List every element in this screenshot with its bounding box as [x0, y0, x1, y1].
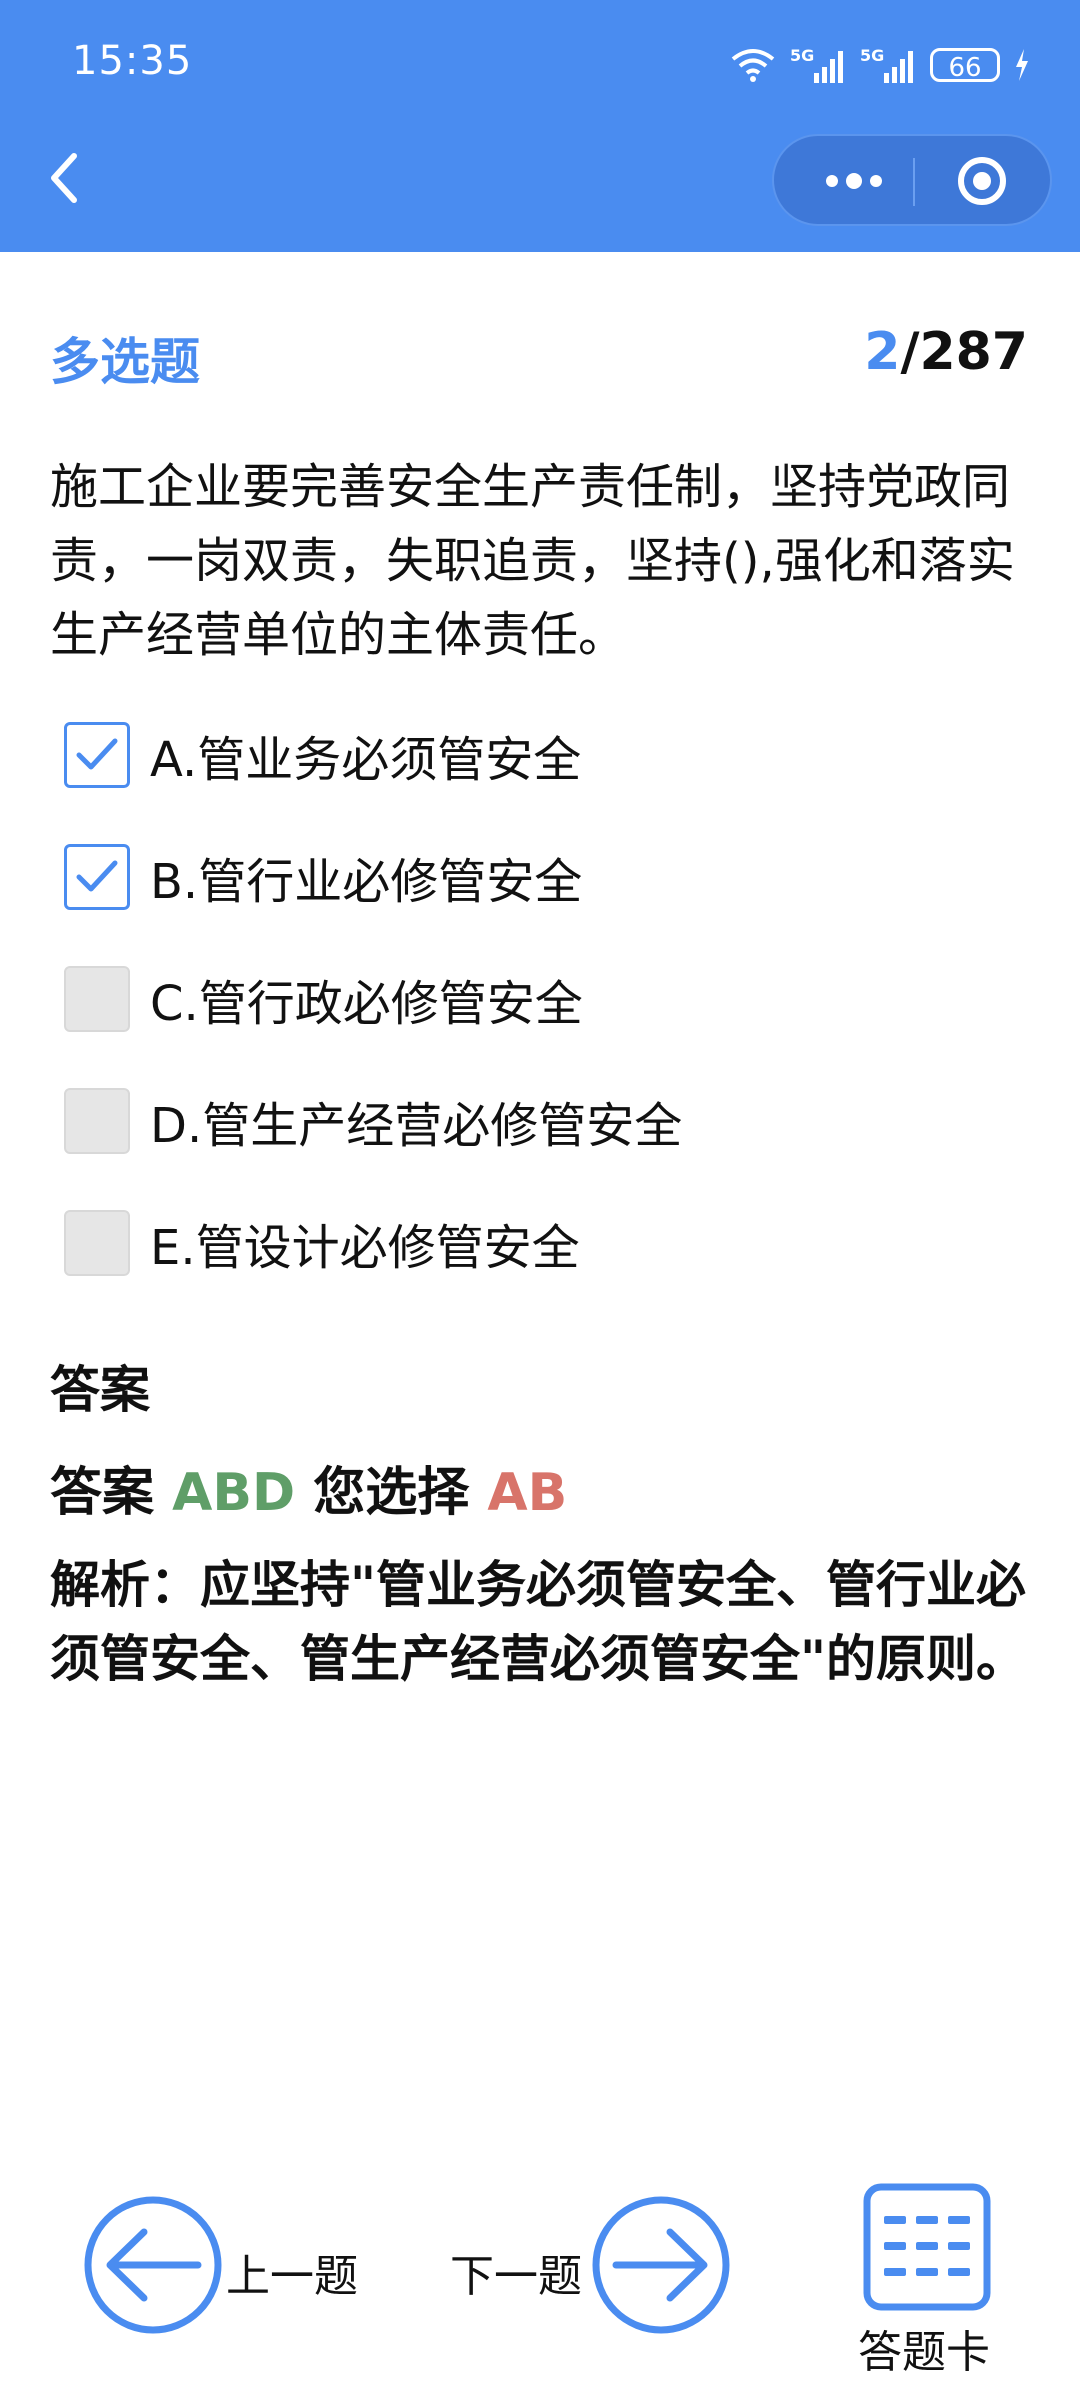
prev-question-label[interactable]: 上一题 [226, 2240, 358, 2304]
capsule-divider [913, 158, 915, 206]
question-progress: 2/287 [864, 322, 1028, 382]
svg-text:5G: 5G [790, 46, 814, 65]
target-icon[interactable] [957, 156, 1007, 206]
wifi-icon [731, 49, 775, 82]
chevron-left-icon[interactable] [40, 148, 90, 208]
option-label-d: D.管生产经营必修管安全 [150, 1098, 683, 1154]
option-label-a: A.管业务必须管安全 [150, 732, 582, 788]
check-icon [76, 860, 118, 892]
next-question-label[interactable]: 下一题 [450, 2240, 582, 2304]
question-text: 施工企业要完善安全生产责任制，坚持党政同责，一岗双责，失职追责，坚持(),强化和… [50, 459, 1015, 663]
chose-label: 您选择 [313, 1463, 470, 1523]
option-checkbox-d[interactable] [64, 1088, 130, 1154]
option-b[interactable]: B.管行业必修管安全 [64, 842, 582, 912]
answer-title: 答案 [50, 1361, 150, 1419]
check-icon [76, 738, 118, 770]
answer-card-label[interactable]: 答题卡 [858, 2316, 990, 2380]
status-time: 15:35 [72, 38, 193, 84]
status-icons: 5G 5G 66 [730, 40, 1030, 90]
answer-card-icon[interactable] [862, 2182, 992, 2312]
correct-answer: ABD [172, 1463, 296, 1523]
charging-icon [1016, 49, 1028, 81]
capsule-menu [772, 134, 1052, 226]
chosen-answer: AB [487, 1463, 568, 1523]
option-label-c: C.管行政必修管安全 [150, 976, 583, 1032]
option-checkbox-c[interactable] [64, 966, 130, 1032]
answer-summary: 答案 ABD 您选择 AB [50, 1450, 567, 1525]
option-a[interactable]: A.管业务必须管安全 [64, 720, 581, 790]
next-arrow-icon[interactable] [590, 2194, 732, 2336]
total-count: /287 [900, 322, 1028, 382]
prev-arrow-icon[interactable] [82, 2194, 224, 2336]
option-checkbox-a[interactable] [64, 722, 130, 788]
option-label-e: E.管设计必修管安全 [150, 1220, 580, 1276]
option-d[interactable]: D.管生产经营必修管安全 [64, 1086, 682, 1156]
option-checkbox-b[interactable] [64, 844, 130, 910]
signal-5g-icon-2: 5G [860, 46, 913, 83]
signal-5g-icon: 5G [790, 46, 843, 83]
current-index: 2 [864, 322, 901, 382]
analysis-text: 解析：应坚持"管业务必须管安全、管行业必须管安全、管生产经营必须管安全"的原则。 [50, 1556, 1027, 1688]
question-type: 多选题 [50, 333, 200, 391]
app-header: 15:35 5G 5G 66 [0, 0, 1080, 252]
more-dots-icon[interactable] [814, 166, 894, 196]
option-label-b: B.管行业必修管安全 [150, 854, 583, 910]
option-e[interactable]: E.管设计必修管安全 [64, 1208, 580, 1278]
answer-prefix: 答案 [50, 1463, 155, 1523]
option-checkbox-e[interactable] [64, 1210, 130, 1276]
svg-text:5G: 5G [860, 46, 884, 65]
option-c[interactable]: C.管行政必修管安全 [64, 964, 583, 1034]
battery-icon: 66 [930, 48, 1000, 83]
